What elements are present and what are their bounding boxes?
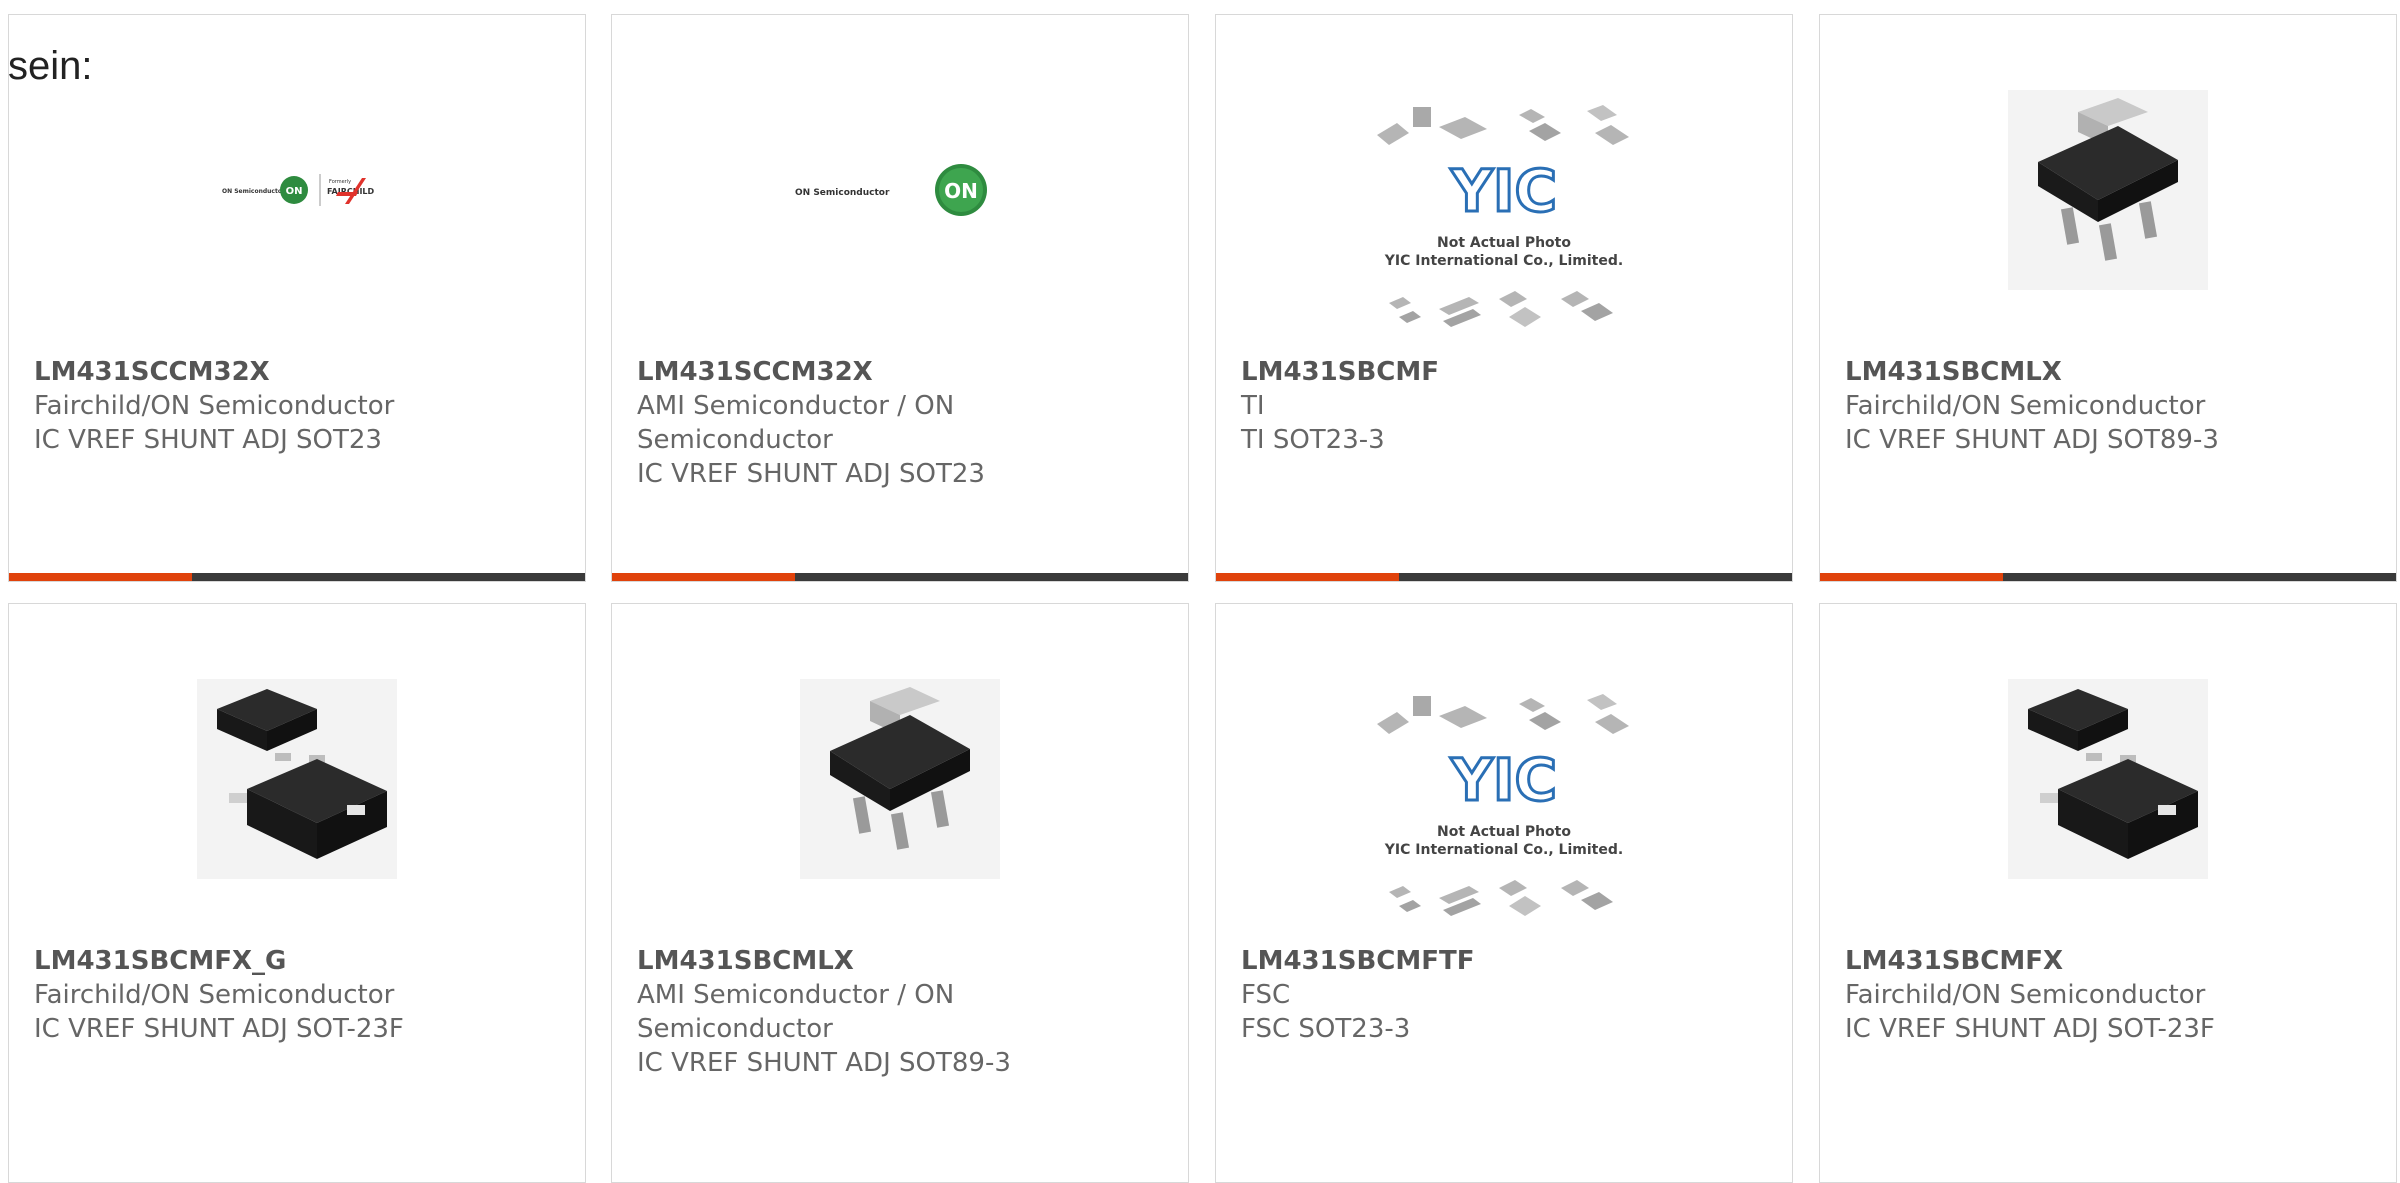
part-number[interactable]: LM431SBCMLX xyxy=(1845,355,2365,389)
sot89-package-image xyxy=(795,674,1005,884)
description: IC VREF SHUNT ADJ SOT-23F xyxy=(34,1014,404,1044)
not-actual-photo-text: Not Actual Photo xyxy=(1437,235,1571,251)
manufacturer-logo: ON Semiconductor ON Formerly FAIRCHILD xyxy=(192,85,402,295)
part-number[interactable]: LM431SCCM32X xyxy=(34,355,554,389)
on-mark: ON xyxy=(944,179,978,203)
description: IC VREF SHUNT ADJ SOT23 xyxy=(637,459,985,489)
part-number[interactable]: LM431SBCMFTF xyxy=(1241,944,1761,978)
manufacturer: TI xyxy=(1241,391,1265,421)
product-card[interactable]: ON Semiconductor ON LM431SCCM32X AMI Sem… xyxy=(611,14,1189,582)
manufacturer: AMI Semiconductor / ON Semiconductor xyxy=(637,980,955,1044)
product-card[interactable]: YIC Not Actual Photo YIC International C… xyxy=(1215,603,1793,1183)
part-number[interactable]: LM431SBCMF xyxy=(1241,355,1761,389)
on-semi-logo-text: ON Semiconductor xyxy=(795,188,890,198)
on-mark: ON xyxy=(286,186,303,197)
not-actual-photo-image: YIC Not Actual Photo YIC International C… xyxy=(1369,692,1639,932)
card-footer-bar xyxy=(9,573,585,581)
sot23f-package-image xyxy=(2003,674,2213,884)
product-card[interactable]: LM431SBCMLX AMI Semiconductor / ON Semic… xyxy=(611,603,1189,1183)
description: IC VREF SHUNT ADJ SOT89-3 xyxy=(637,1048,1011,1078)
sot23f-package-image xyxy=(192,674,402,884)
description: TI SOT23-3 xyxy=(1241,425,1385,455)
yic-company-text: YIC International Co., Limited. xyxy=(1384,842,1623,858)
manufacturer: AMI Semiconductor / ON Semiconductor xyxy=(637,391,955,455)
not-actual-photo-image: YIC Not Actual Photo YIC International C… xyxy=(1369,103,1639,343)
description: IC VREF SHUNT ADJ SOT89-3 xyxy=(1845,425,2219,455)
part-number[interactable]: LM431SBCMFX xyxy=(1845,944,2365,978)
manufacturer-logo: ON Semiconductor ON xyxy=(795,85,1005,295)
card-footer-bar xyxy=(1820,573,2396,581)
description: IC VREF SHUNT ADJ SOT-23F xyxy=(1845,1014,2215,1044)
part-number[interactable]: LM431SBCMFX_G xyxy=(34,944,554,978)
description: IC VREF SHUNT ADJ SOT23 xyxy=(34,425,382,455)
not-actual-photo-text: Not Actual Photo xyxy=(1437,824,1571,840)
sot89-package-image xyxy=(2003,85,2213,295)
card-footer-bar xyxy=(1216,573,1792,581)
on-semi-logo-text: ON Semiconductor xyxy=(222,188,285,195)
manufacturer: Fairchild/ON Semiconductor xyxy=(1845,391,2206,421)
product-card[interactable]: LM431SBCMFX Fairchild/ON Semiconductor I… xyxy=(1819,603,2397,1183)
manufacturer: Fairchild/ON Semiconductor xyxy=(34,980,395,1010)
product-card[interactable]: LM431SBCMLX Fairchild/ON Semiconductor I… xyxy=(1819,14,2397,582)
product-card[interactable]: ON Semiconductor ON Formerly FAIRCHILD L… xyxy=(8,14,586,582)
section-heading: sein: xyxy=(8,44,93,88)
part-number[interactable]: LM431SCCM32X xyxy=(637,355,1157,389)
card-footer-bar xyxy=(612,573,1188,581)
yic-logo: YIC xyxy=(1450,746,1557,814)
part-number[interactable]: LM431SBCMLX xyxy=(637,944,1157,978)
description: FSC SOT23-3 xyxy=(1241,1014,1411,1044)
yic-company-text: YIC International Co., Limited. xyxy=(1384,253,1623,269)
manufacturer: FSC xyxy=(1241,980,1291,1010)
yic-logo: YIC xyxy=(1450,157,1557,225)
product-card[interactable]: LM431SBCMFX_G Fairchild/ON Semiconductor… xyxy=(8,603,586,1183)
product-card[interactable]: YIC Not Actual Photo YIC International C… xyxy=(1215,14,1793,582)
manufacturer: Fairchild/ON Semiconductor xyxy=(1845,980,2206,1010)
formerly-text: Formerly xyxy=(329,179,351,185)
manufacturer: Fairchild/ON Semiconductor xyxy=(34,391,395,421)
